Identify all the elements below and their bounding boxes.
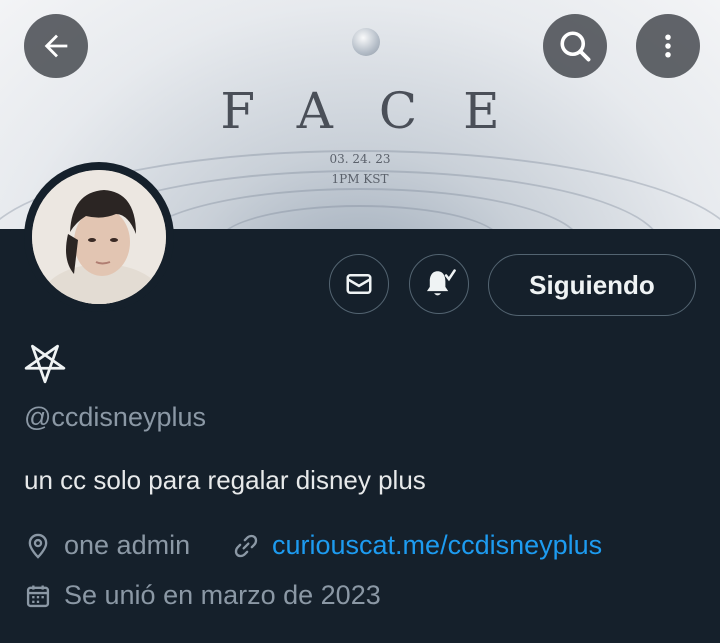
- search-icon: [560, 31, 591, 62]
- profile-website-row: curiouscat.me/ccdisneyplus: [232, 530, 602, 561]
- back-button[interactable]: [24, 14, 88, 78]
- profile-website-link[interactable]: curiouscat.me/ccdisneyplus: [272, 530, 602, 561]
- avatar-portrait: [32, 170, 166, 304]
- profile-location-row: one admin: [24, 530, 190, 561]
- message-button[interactable]: [329, 254, 389, 314]
- profile-location: one admin: [64, 530, 191, 560]
- notifications-button[interactable]: [409, 254, 469, 314]
- pentagram-icon: [24, 344, 66, 384]
- profile-handle: @ccdisneyplus: [24, 402, 206, 432]
- calendar-icon: [26, 585, 50, 607]
- avatar[interactable]: [32, 170, 166, 304]
- more-options-button[interactable]: [636, 14, 700, 78]
- water-drop-icon: [352, 28, 380, 56]
- profile-joined-date: Se unió en marzo de 2023: [64, 580, 381, 610]
- more-vertical-icon: [665, 34, 671, 58]
- search-button[interactable]: [543, 14, 607, 78]
- bell-check-icon: [426, 269, 456, 296]
- location-pin-icon: [28, 533, 48, 559]
- banner-title: FACE: [220, 82, 546, 140]
- profile-bio: un cc solo para regalar disney plus: [24, 465, 426, 495]
- arrow-left-icon: [44, 34, 68, 58]
- profile-joined-row: Se unió en marzo de 2023: [24, 580, 381, 611]
- envelope-icon: [346, 274, 372, 294]
- link-icon: [234, 534, 258, 557]
- following-button[interactable]: Siguiendo: [488, 254, 696, 316]
